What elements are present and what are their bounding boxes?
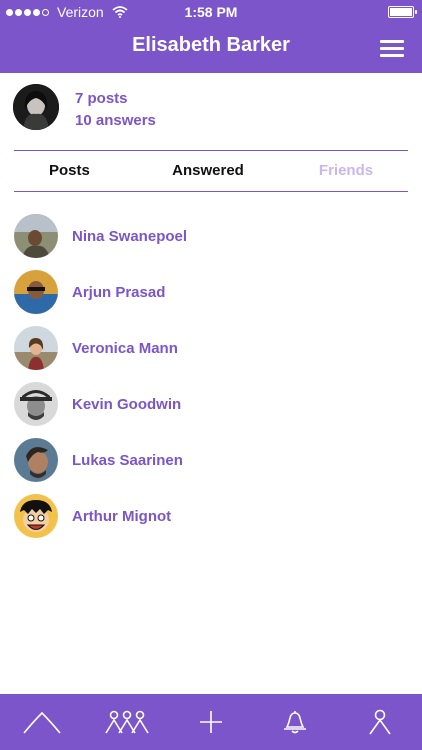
list-item[interactable]: Veronica Mann (14, 320, 408, 376)
plus-icon (199, 711, 222, 733)
list-item[interactable]: Arthur Mignot (14, 488, 408, 544)
friend-name: Nina Swanepoel (72, 227, 188, 245)
profile-avatar[interactable] (13, 84, 59, 130)
profile-stats: 7 posts 10 answers (75, 88, 156, 132)
bottom-nav (0, 694, 422, 750)
list-item[interactable]: Nina Swanepoel (14, 208, 408, 264)
answers-count[interactable]: 10 answers (75, 110, 156, 132)
status-time: 1:58 PM (184, 4, 238, 20)
nav-notifications-button[interactable] (265, 694, 325, 750)
avatar (14, 494, 58, 538)
bell-icon (284, 711, 307, 734)
friend-name: Arthur Mignot (72, 507, 172, 525)
avatar (14, 270, 58, 314)
app-screen: Verizon 1:58 PM Elisabeth Barker 7 posts… (0, 0, 422, 750)
friends-list: Nina Swanepoel Arjun Prasad Veronica Man… (14, 208, 408, 544)
profile-icon (369, 709, 391, 735)
list-item[interactable]: Arjun Prasad (14, 264, 408, 320)
avatar (14, 214, 58, 258)
top-bar: Verizon 1:58 PM Elisabeth Barker (0, 0, 422, 73)
page-title: Elisabeth Barker (132, 34, 290, 56)
tab-answered[interactable]: Answered (132, 151, 284, 191)
friend-name: Lukas Saarinen (72, 451, 183, 469)
friend-name: Kevin Goodwin (72, 395, 182, 413)
group-icon (104, 710, 149, 734)
avatar-image (13, 84, 59, 130)
profile-tabs: Posts Answered Friends (14, 150, 408, 192)
nav-profile-button[interactable] (350, 694, 410, 750)
status-bar: Verizon 1:58 PM (0, 0, 422, 24)
avatar (14, 326, 58, 370)
battery-icon (388, 6, 417, 18)
list-item[interactable]: Kevin Goodwin (14, 376, 408, 432)
avatar (14, 438, 58, 482)
list-item[interactable]: Lukas Saarinen (14, 432, 408, 488)
nav-add-button[interactable] (181, 694, 241, 750)
posts-count[interactable]: 7 posts (75, 88, 156, 110)
friend-name: Arjun Prasad (72, 283, 166, 301)
mountain-icon (23, 711, 61, 734)
friend-name: Veronica Mann (72, 339, 178, 357)
avatar (14, 382, 58, 426)
tab-friends[interactable]: Friends (284, 151, 408, 191)
tab-posts[interactable]: Posts (14, 151, 132, 191)
menu-button[interactable] (380, 40, 404, 58)
nav-community-button[interactable] (97, 694, 157, 750)
nav-home-button[interactable] (12, 694, 72, 750)
